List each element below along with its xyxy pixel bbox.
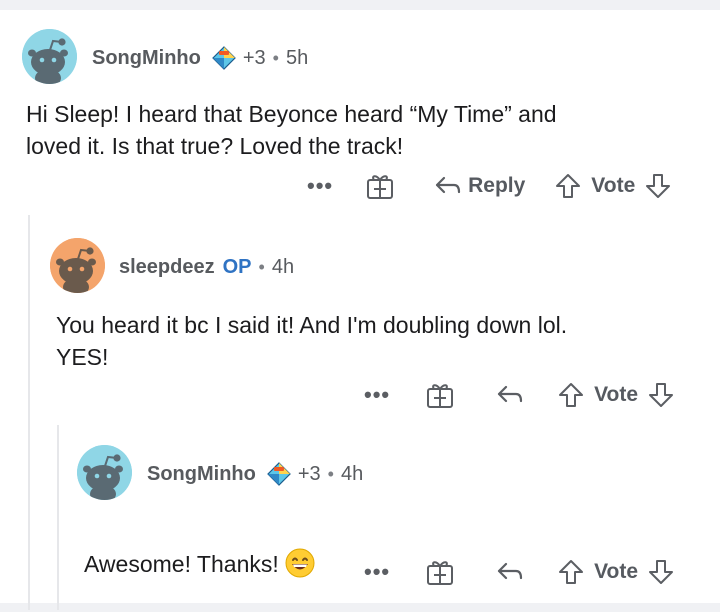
award-count: +3 [242,46,266,69]
upvote-button[interactable] [558,381,584,409]
separator-dot: • [327,463,334,484]
comment-meta: sleepdeez OP • 4h [119,253,294,281]
award-icon[interactable] [211,45,237,71]
reply-arrow-icon [436,176,461,194]
reply-arrow-icon [498,562,523,580]
comment-actions: ••• Reply Vote [307,170,671,202]
thread-line-level-2[interactable] [57,425,59,610]
timestamp: 4h [271,255,295,278]
more-options-button[interactable]: ••• [364,559,390,585]
reply-button[interactable]: Reply [434,174,525,198]
downvote-arrow-icon [649,383,674,407]
timestamp: 4h [340,462,364,485]
downvote-arrow-icon [649,560,674,584]
thread-line-level-1[interactable] [28,215,30,610]
bottom-band [0,603,720,612]
downvote-button[interactable] [648,381,674,409]
separator-dot: • [272,47,279,68]
award-count: +3 [297,462,321,485]
upvote-button[interactable] [558,558,584,586]
downvote-arrow-icon [646,174,671,198]
comment-meta: SongMinho +3 • 5h [92,44,308,72]
reply-label: Reply [468,174,526,197]
comment-actions: ••• Vote [364,379,674,411]
avatar[interactable] [50,238,105,293]
upvote-button[interactable] [555,172,581,200]
upvote-arrow-icon [559,560,584,584]
op-badge: OP [222,255,252,278]
more-options-button[interactable]: ••• [364,382,390,408]
gift-icon [427,384,454,408]
award-button[interactable] [366,172,394,200]
grinning-emoji-icon [285,548,315,586]
comment-body: You heard it bc I said it! And I'm doubl… [56,312,568,370]
vote-label: Vote [591,174,636,197]
reply-button[interactable] [496,383,524,407]
downvote-button[interactable] [648,558,674,586]
comment-text: Awesome! Thanks! [84,551,279,577]
comment-meta: SongMinho +3 • 4h [147,460,363,488]
gift-icon [427,561,454,585]
upvote-arrow-icon [556,174,581,198]
separator-dot: • [258,256,265,277]
username[interactable]: SongMinho [147,463,256,486]
top-band [0,0,720,10]
upvote-arrow-icon [559,383,584,407]
reply-arrow-icon [498,385,523,403]
vote-label: Vote [594,383,639,406]
username[interactable]: sleepdeez [119,256,215,279]
more-options-button[interactable]: ••• [307,173,333,199]
downvote-button[interactable] [645,172,671,200]
award-icon[interactable] [266,461,292,487]
avatar[interactable] [22,29,77,84]
comment-body: Hi Sleep! I heard that Beyonce heard “My… [26,101,557,159]
vote-label: Vote [594,560,639,583]
gift-icon [367,175,394,199]
avatar[interactable] [77,445,132,500]
award-button[interactable] [426,558,454,586]
comment-actions: ••• Vote [364,556,674,588]
award-button[interactable] [426,381,454,409]
reply-button[interactable] [496,560,524,584]
username[interactable]: SongMinho [92,47,201,70]
timestamp: 5h [285,46,309,69]
